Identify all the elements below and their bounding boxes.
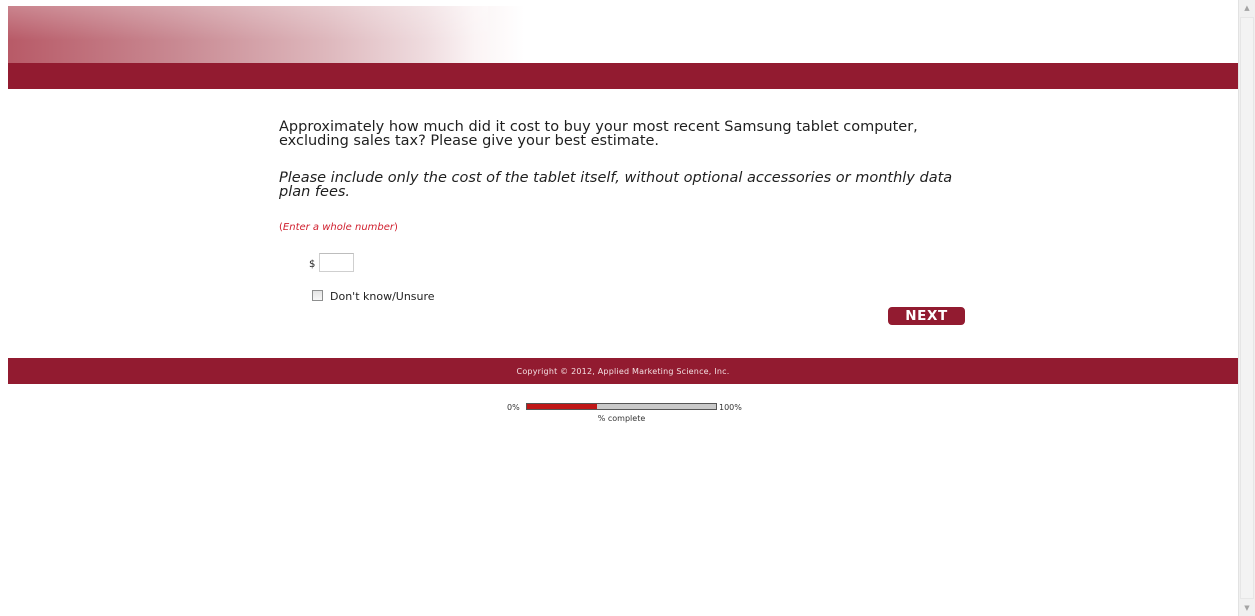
currency-symbol: $ [309, 259, 316, 270]
dont-know-checkbox[interactable] [312, 290, 323, 301]
question-instruction: Please include only the cost of the tabl… [279, 170, 953, 200]
dont-know-label[interactable]: Don't know/Unsure [330, 290, 435, 303]
copyright-text: Copyright © 2012, Applied Marketing Scie… [516, 367, 730, 376]
question-text: Approximately how much did it cost to bu… [279, 119, 918, 149]
progress-end-label: 100% [719, 403, 742, 412]
scroll-down-arrow-icon[interactable]: ▼ [1239, 600, 1255, 616]
progress-bar-fill [527, 404, 597, 409]
progress-caption: % complete [597, 414, 646, 423]
progress-bar [526, 403, 717, 410]
page-left-edge [0, 0, 8, 616]
scroll-up-arrow-icon[interactable]: ▲ [1239, 0, 1255, 16]
input-hint: (Enter a whole number) [279, 222, 398, 233]
scrollbar-thumb[interactable] [1240, 17, 1254, 599]
survey-page [8, 0, 1238, 616]
next-button[interactable]: NEXT [888, 307, 965, 325]
hint-close-paren: ) [394, 222, 398, 233]
cost-amount-input[interactable] [319, 253, 354, 272]
hint-text: Enter a whole number [282, 222, 395, 233]
header-divider-bar [8, 63, 1238, 89]
progress-start-label: 0% [507, 403, 520, 412]
header-banner-fade [8, 6, 488, 63]
vertical-scrollbar[interactable]: ▲ ▼ [1238, 0, 1255, 616]
browser-viewport: Approximately how much did it cost to bu… [0, 0, 1255, 616]
